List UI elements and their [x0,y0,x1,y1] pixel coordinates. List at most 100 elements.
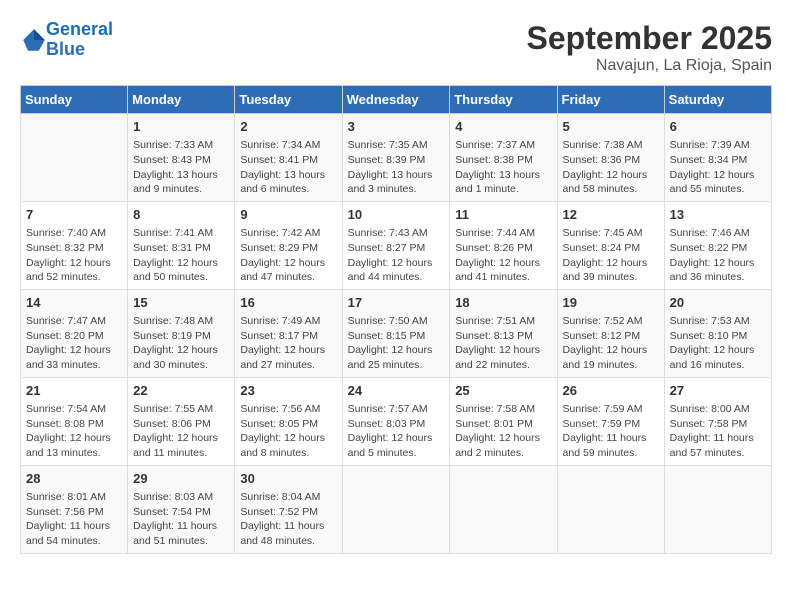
logo-icon [22,28,46,52]
calendar-day: 1 Sunrise: 7:33 AMSunset: 8:43 PMDaylight… [128,114,235,202]
day-info: Sunrise: 7:35 AMSunset: 8:39 PMDaylight:… [348,138,445,197]
day-number: 19 [563,294,659,312]
day-info: Sunrise: 7:53 AMSunset: 8:10 PMDaylight:… [670,314,766,373]
day-info: Sunrise: 7:40 AMSunset: 8:32 PMDaylight:… [26,226,122,285]
month-title: September 2025 [527,20,772,57]
calendar-day: 15Sunrise: 7:48 AMSunset: 8:19 PMDayligh… [128,289,235,377]
day-number: 8 [133,206,229,224]
calendar-week-4: 21 Sunrise: 7:54 AMSunset: 8:08 PMDayligh… [21,377,772,465]
calendar-day: 11 Sunrise: 7:44 AMSunset: 8:26 PMDayligh… [450,201,557,289]
day-number: 12 [563,206,659,224]
calendar-day: 29Sunrise: 8:03 AMSunset: 7:54 PMDayligh… [128,465,235,553]
day-number: 17 [348,294,445,312]
weekday-row: SundayMondayTuesdayWednesdayThursdayFrid… [21,86,772,114]
calendar-day: 17 Sunrise: 7:50 AMSunset: 8:15 PMDayligh… [342,289,450,377]
calendar-day: 27 Sunrise: 8:00 AMSunset: 7:58 PMDayligh… [664,377,771,465]
calendar-day: 18Sunrise: 7:51 AMSunset: 8:13 PMDayligh… [450,289,557,377]
calendar-header: SundayMondayTuesdayWednesdayThursdayFrid… [21,86,772,114]
weekday-header-wednesday: Wednesday [342,86,450,114]
weekday-header-sunday: Sunday [21,86,128,114]
calendar-day: 25 Sunrise: 7:58 AMSunset: 8:01 PMDayligh… [450,377,557,465]
weekday-header-monday: Monday [128,86,235,114]
calendar-day [557,465,664,553]
calendar-day [450,465,557,553]
day-info: Sunrise: 7:59 AMSunset: 7:59 PMDaylight:… [563,402,659,461]
day-number: 23 [240,382,336,400]
day-info: Sunrise: 7:38 AMSunset: 8:36 PMDaylight:… [563,138,659,197]
day-info: Sunrise: 7:50 AMSunset: 8:15 PMDaylight:… [348,314,445,373]
day-info: Sunrise: 7:58 AMSunset: 8:01 PMDaylight:… [455,402,551,461]
calendar-body: 1 Sunrise: 7:33 AMSunset: 8:43 PMDaylight… [21,114,772,554]
logo: General Blue [20,20,113,60]
day-info: Sunrise: 8:00 AMSunset: 7:58 PMDaylight:… [670,402,766,461]
day-number: 15 [133,294,229,312]
calendar-day: 20 Sunrise: 7:53 AMSunset: 8:10 PMDayligh… [664,289,771,377]
day-info: Sunrise: 7:52 AMSunset: 8:12 PMDaylight:… [563,314,659,373]
day-info: Sunrise: 7:33 AMSunset: 8:43 PMDaylight:… [133,138,229,197]
day-info: Sunrise: 7:44 AMSunset: 8:26 PMDaylight:… [455,226,551,285]
day-number: 11 [455,206,551,224]
day-number: 9 [240,206,336,224]
calendar-day: 13Sunrise: 7:46 AMSunset: 8:22 PMDayligh… [664,201,771,289]
calendar-day: 28 Sunrise: 8:01 AMSunset: 7:56 PMDayligh… [21,465,128,553]
calendar-day: 7 Sunrise: 7:40 AMSunset: 8:32 PMDaylight… [21,201,128,289]
day-info: Sunrise: 7:57 AMSunset: 8:03 PMDaylight:… [348,402,445,461]
weekday-header-friday: Friday [557,86,664,114]
day-number: 1 [133,118,229,136]
day-info: Sunrise: 7:54 AMSunset: 8:08 PMDaylight:… [26,402,122,461]
calendar-week-1: 1 Sunrise: 7:33 AMSunset: 8:43 PMDaylight… [21,114,772,202]
day-number: 26 [563,382,659,400]
title-block: September 2025 Navajun, La Rioja, Spain [527,20,772,75]
day-info: Sunrise: 7:41 AMSunset: 8:31 PMDaylight:… [133,226,229,285]
logo-text: General Blue [46,20,113,60]
day-info: Sunrise: 8:04 AMSunset: 7:52 PMDaylight:… [240,490,336,549]
day-number: 20 [670,294,766,312]
day-number: 6 [670,118,766,136]
calendar-day: 30 Sunrise: 8:04 AMSunset: 7:52 PMDayligh… [235,465,342,553]
day-number: 4 [455,118,551,136]
day-number: 13 [670,206,766,224]
calendar-week-3: 14 Sunrise: 7:47 AMSunset: 8:20 PMDayligh… [21,289,772,377]
day-info: Sunrise: 7:45 AMSunset: 8:24 PMDaylight:… [563,226,659,285]
calendar-day [664,465,771,553]
day-number: 21 [26,382,122,400]
day-number: 16 [240,294,336,312]
day-number: 2 [240,118,336,136]
day-number: 24 [348,382,445,400]
page-header: General Blue September 2025 Navajun, La … [20,20,772,75]
calendar-day: 26 Sunrise: 7:59 AMSunset: 7:59 PMDayligh… [557,377,664,465]
day-info: Sunrise: 7:47 AMSunset: 8:20 PMDaylight:… [26,314,122,373]
day-info: Sunrise: 7:42 AMSunset: 8:29 PMDaylight:… [240,226,336,285]
calendar-day: 19 Sunrise: 7:52 AMSunset: 8:12 PMDayligh… [557,289,664,377]
day-info: Sunrise: 7:51 AMSunset: 8:13 PMDaylight:… [455,314,551,373]
day-number: 7 [26,206,122,224]
day-number: 28 [26,470,122,488]
day-number: 14 [26,294,122,312]
calendar-day: 23 Sunrise: 7:56 AMSunset: 8:05 PMDayligh… [235,377,342,465]
calendar-day: 2 Sunrise: 7:34 AMSunset: 8:41 PMDaylight… [235,114,342,202]
calendar-day: 9 Sunrise: 7:42 AMSunset: 8:29 PMDaylight… [235,201,342,289]
day-number: 30 [240,470,336,488]
calendar-day: 16 Sunrise: 7:49 AMSunset: 8:17 PMDayligh… [235,289,342,377]
calendar-week-2: 7 Sunrise: 7:40 AMSunset: 8:32 PMDaylight… [21,201,772,289]
day-info: Sunrise: 8:01 AMSunset: 7:56 PMDaylight:… [26,490,122,549]
day-info: Sunrise: 7:39 AMSunset: 8:34 PMDaylight:… [670,138,766,197]
weekday-header-saturday: Saturday [664,86,771,114]
calendar-day: 24 Sunrise: 7:57 AMSunset: 8:03 PMDayligh… [342,377,450,465]
weekday-header-thursday: Thursday [450,86,557,114]
calendar-table: SundayMondayTuesdayWednesdayThursdayFrid… [20,85,772,554]
day-number: 3 [348,118,445,136]
day-number: 5 [563,118,659,136]
calendar-day [21,114,128,202]
day-info: Sunrise: 7:34 AMSunset: 8:41 PMDaylight:… [240,138,336,197]
weekday-header-tuesday: Tuesday [235,86,342,114]
calendar-day: 21 Sunrise: 7:54 AMSunset: 8:08 PMDayligh… [21,377,128,465]
day-info: Sunrise: 7:56 AMSunset: 8:05 PMDaylight:… [240,402,336,461]
day-info: Sunrise: 7:43 AMSunset: 8:27 PMDaylight:… [348,226,445,285]
day-info: Sunrise: 7:49 AMSunset: 8:17 PMDaylight:… [240,314,336,373]
calendar-day: 3 Sunrise: 7:35 AMSunset: 8:39 PMDaylight… [342,114,450,202]
day-number: 27 [670,382,766,400]
calendar-day: 14 Sunrise: 7:47 AMSunset: 8:20 PMDayligh… [21,289,128,377]
calendar-day: 22Sunrise: 7:55 AMSunset: 8:06 PMDayligh… [128,377,235,465]
day-number: 25 [455,382,551,400]
